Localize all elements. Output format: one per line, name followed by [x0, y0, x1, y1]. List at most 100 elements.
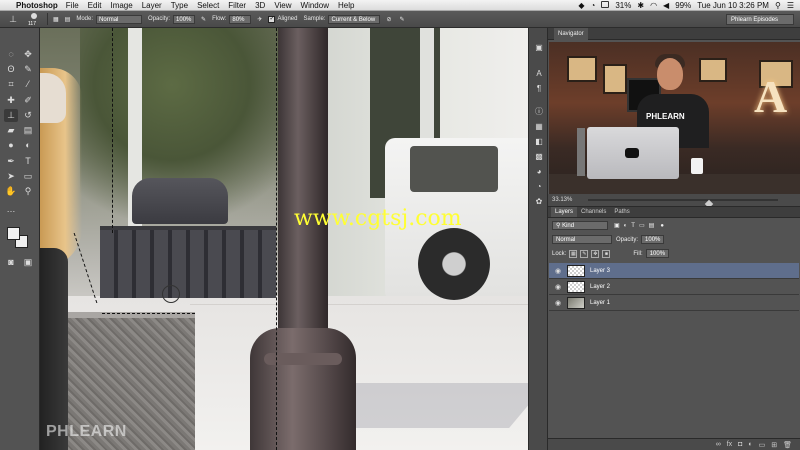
adjustment-layer-icon[interactable]: ◐ [748, 441, 752, 448]
filter-toggle-icon[interactable]: ● [660, 223, 664, 229]
filter-adjustment-icon[interactable]: ◐ [624, 223, 628, 229]
layer-style-icon[interactable]: fx [727, 441, 732, 448]
pressure-opacity-icon[interactable]: ✎ [201, 16, 206, 23]
mode-select[interactable]: Normal [96, 14, 143, 24]
menu-type[interactable]: Type [171, 1, 188, 10]
lock-transparent-icon[interactable]: ▦ [569, 249, 578, 258]
layer-row-layer-3[interactable]: ◉ Layer 3 [549, 263, 799, 279]
menu-view[interactable]: View [274, 1, 291, 10]
brush-preset-picker[interactable]: 117 [26, 11, 42, 27]
character-panel-icon[interactable]: A [533, 68, 545, 79]
aligned-checkbox[interactable]: ✓ [268, 15, 276, 23]
menu-help[interactable]: Help [338, 1, 354, 10]
visibility-eye-icon[interactable]: ◉ [549, 283, 567, 291]
hand-tool-icon[interactable]: ✋ [4, 185, 18, 198]
brush-tool-icon[interactable]: ✐ [21, 94, 35, 107]
path-select-tool-icon[interactable]: ➤ [4, 170, 18, 183]
tab-navigator[interactable]: Navigator [554, 28, 588, 40]
dodge-tool-icon[interactable]: ◐ [21, 139, 35, 152]
swatches-panel-icon[interactable]: ▩ [533, 151, 545, 162]
zoom-tool-icon[interactable]: ⚲ [21, 185, 35, 198]
marquee-tool-icon[interactable]: ◌ [4, 48, 18, 61]
filter-smart-object-icon[interactable]: ▤ [649, 222, 655, 229]
ignore-adjustment-icon[interactable]: ⊘ [386, 16, 391, 23]
layer-name[interactable]: Layer 1 [590, 300, 610, 306]
layer-opacity-field[interactable]: 100% [641, 235, 665, 244]
workspace-switcher[interactable]: Phlearn Episodes [726, 14, 794, 25]
histogram-panel-icon[interactable]: ▦ [533, 121, 545, 132]
menu-image[interactable]: Image [110, 1, 132, 10]
new-layer-icon[interactable]: ⊞ [771, 441, 777, 449]
layer-name[interactable]: Layer 2 [590, 284, 610, 290]
menu-filter[interactable]: Filter [228, 1, 246, 10]
quick-mask-icon[interactable]: ◙ [4, 256, 18, 269]
navigator-preview[interactable]: A PHLEARN [549, 42, 800, 194]
screen-mode-icon[interactable]: ▣ [21, 256, 35, 269]
fill-field[interactable]: 100% [645, 249, 670, 258]
navigator-panel-icon[interactable]: ▣ [533, 42, 545, 53]
gradient-tool-icon[interactable]: ▤ [21, 124, 35, 137]
blur-tool-icon[interactable]: ● [4, 139, 18, 152]
menu-edit[interactable]: Edit [88, 1, 102, 10]
airbrush-icon[interactable]: ✈ [257, 16, 262, 23]
tool-preset-picker[interactable]: ⊥ [0, 11, 26, 27]
menu-file[interactable]: File [66, 1, 79, 10]
rectangle-tool-icon[interactable]: ▭ [21, 170, 35, 183]
tools-more-icon[interactable]: … [4, 203, 18, 216]
zoom-slider[interactable] [588, 199, 778, 209]
tab-layers[interactable]: Layers [551, 207, 578, 217]
type-tool-icon[interactable]: T [21, 155, 35, 168]
blend-mode-select[interactable]: Normal [552, 235, 612, 244]
menu-layer[interactable]: Layer [142, 1, 162, 10]
adjustments-panel-icon[interactable]: ◧ [533, 136, 545, 147]
paragraph-panel-icon[interactable]: ¶ [533, 83, 545, 94]
battery-icon[interactable] [601, 1, 610, 10]
tab-paths[interactable]: Paths [610, 207, 633, 217]
brush-presets-panel-icon[interactable]: ✿ [533, 196, 545, 207]
brush-panel-icon[interactable]: ▦ [53, 16, 59, 23]
document-canvas[interactable]: www.cgtsj.com PHLEARN [40, 28, 528, 450]
wifi-icon[interactable]: ◠ [650, 1, 657, 10]
crop-tool-icon[interactable]: ⌗ [4, 78, 18, 91]
timer-icon[interactable]: ◔ [591, 1, 596, 10]
flow-field[interactable]: 80% [229, 14, 252, 24]
notification-icon[interactable]: ☰ [787, 1, 794, 10]
clone-stamp-tool-icon[interactable]: ⊥ [4, 109, 18, 122]
new-group-icon[interactable]: ▭ [759, 441, 766, 449]
delete-layer-icon[interactable]: 🗑 [783, 441, 792, 449]
sample-select[interactable]: Current & Below [328, 14, 381, 24]
pressure-size-icon[interactable]: ✎ [400, 16, 405, 23]
info-panel-icon[interactable]: ⓘ [533, 106, 545, 117]
clone-source-icon[interactable]: ▤ [65, 16, 71, 23]
eyedropper-tool-icon[interactable]: ⁄ [21, 78, 35, 91]
lock-image-icon[interactable]: ✎ [580, 249, 589, 258]
bluetooth-icon[interactable]: ✱ [637, 1, 644, 10]
layer-row-layer-2[interactable]: ◉ Layer 2 [549, 279, 799, 295]
layer-row-layer-1[interactable]: ◉ Layer 1 [549, 295, 799, 311]
menu-select[interactable]: Select [197, 1, 219, 10]
foreground-color-swatch[interactable] [7, 227, 20, 240]
lock-all-icon[interactable]: ■ [602, 249, 611, 258]
filter-type-icon[interactable]: T [631, 223, 635, 229]
color-panel-icon[interactable]: ◕ [533, 166, 545, 177]
tab-channels[interactable]: Channels [577, 207, 610, 217]
dropbox-icon[interactable]: ◆ [578, 1, 584, 10]
layer-name[interactable]: Layer 3 [590, 268, 610, 274]
filter-pixel-icon[interactable]: ▣ [614, 222, 620, 229]
history-brush-tool-icon[interactable]: ↺ [21, 109, 35, 122]
lasso-tool-icon[interactable]: ʘ [4, 63, 18, 76]
layer-filter-kind[interactable]: ⚲ Kind [552, 221, 608, 230]
zoom-value[interactable]: 33.13% [552, 197, 572, 203]
eraser-tool-icon[interactable]: ▰ [4, 124, 18, 137]
visibility-eye-icon[interactable]: ◉ [549, 299, 567, 307]
pen-tool-icon[interactable]: ✒ [4, 155, 18, 168]
move-tool-icon[interactable]: ✥ [21, 48, 35, 61]
opacity-field[interactable]: 100% [173, 14, 196, 24]
spotlight-icon[interactable]: ⚲ [775, 1, 781, 10]
menu-window[interactable]: Window [301, 1, 329, 10]
link-layers-icon[interactable]: ∞ [716, 441, 721, 448]
app-name-menu[interactable]: Photoshop [16, 1, 58, 10]
healing-brush-tool-icon[interactable]: ✚ [4, 94, 18, 107]
clock[interactable]: Tue Jun 10 3:26 PM [697, 1, 769, 10]
quick-select-tool-icon[interactable]: ✎ [21, 63, 35, 76]
